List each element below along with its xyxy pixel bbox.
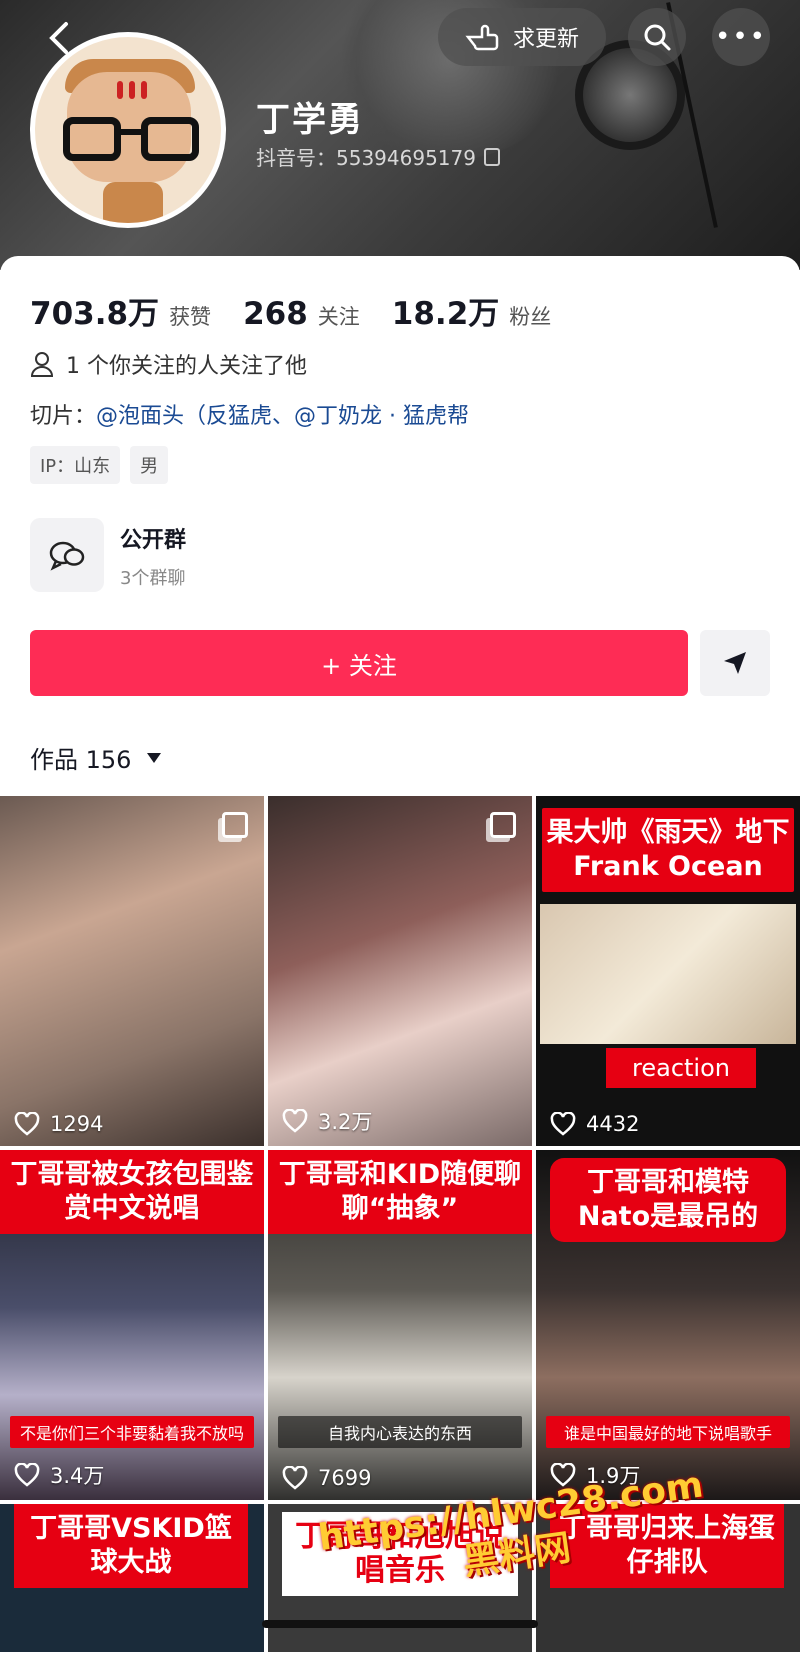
heart-icon xyxy=(282,1109,308,1133)
video-subtitle: 谁是中国最好的地下说唱歌手 xyxy=(546,1416,790,1448)
like-count: 3.4万 xyxy=(14,1460,104,1490)
stat-likes[interactable]: 703.8万 获赞 xyxy=(30,288,211,333)
profile-stats: 703.8万 获赞 268 关注 18.2万 粉丝 xyxy=(30,288,573,333)
like-count: 3.2万 xyxy=(282,1106,372,1136)
video-title: 丁哥哥和KID随便聊聊“抽象” xyxy=(268,1150,532,1234)
video-tile[interactable]: 丁哥哥被女孩包围鉴赏中文说唱 不是你们三个非要黏着我不放吗 3.4万 xyxy=(0,1150,264,1500)
video-tile[interactable]: 果大帅《雨天》地下Frank Ocean reaction 4432 xyxy=(536,796,800,1146)
person-icon xyxy=(30,352,54,377)
video-tile[interactable]: 3.2万 xyxy=(268,796,532,1146)
multi-image-icon xyxy=(222,812,248,838)
group-title[interactable]: 公开群 xyxy=(120,522,186,554)
heart-icon xyxy=(14,1463,40,1487)
mutual-follow-info[interactable]: 1 个你关注的人关注了他 xyxy=(30,348,307,380)
search-icon xyxy=(644,24,671,51)
home-indicator xyxy=(262,1620,538,1628)
copy-icon[interactable] xyxy=(483,147,500,166)
video-subtitle: 自我内心表达的东西 xyxy=(278,1416,522,1448)
video-tile[interactable]: 丁哥哥和模特Nato是最吊的 谁是中国最好的地下说唱歌手 1.9万 xyxy=(536,1150,800,1500)
video-thumbnail xyxy=(540,904,796,1044)
video-subtitle: 不是你们三个非要黏着我不放吗 xyxy=(10,1416,254,1448)
stat-following[interactable]: 268 关注 xyxy=(243,296,360,332)
avatar[interactable] xyxy=(30,32,226,228)
video-tile[interactable]: 丁哥哥VSKID篮球大战 xyxy=(0,1504,264,1652)
video-subtitle: reaction xyxy=(606,1048,756,1088)
douyin-id-text: 抖音号：55394695179 xyxy=(256,146,476,170)
search-button[interactable] xyxy=(628,8,686,66)
chat-bubbles-icon xyxy=(49,541,85,571)
more-button[interactable]: ••• xyxy=(712,8,770,66)
profile-tags: IP：山东 男 xyxy=(30,446,169,484)
group-chat-button[interactable] xyxy=(30,518,104,592)
tag-gender: 男 xyxy=(130,446,169,484)
works-label: 作品 156 xyxy=(30,746,132,774)
heart-icon xyxy=(550,1112,576,1136)
like-count: 1294 xyxy=(14,1112,103,1136)
video-title: 丁哥哥被女孩包围鉴赏中文说唱 xyxy=(0,1150,264,1234)
multi-image-icon xyxy=(490,812,516,838)
group-subtitle: 3个群聊 xyxy=(120,568,186,589)
clip-link-1[interactable]: @泡面头（反猛虎 xyxy=(96,404,272,429)
heart-icon xyxy=(282,1466,308,1490)
video-tile[interactable]: 丁哥哥和KID随便聊聊“抽象” 自我内心表达的东西 7699 xyxy=(268,1150,532,1500)
tag-ip: IP：山东 xyxy=(30,446,121,484)
request-update-button[interactable]: 求更新 xyxy=(438,8,606,66)
works-tab[interactable]: 作品 156 xyxy=(30,740,162,775)
follow-label: + 关注 xyxy=(321,651,397,680)
clip-link-2[interactable]: @丁奶龙 · 猛虎帮 xyxy=(294,404,469,429)
video-title: 丁哥哥VSKID篮球大战 xyxy=(14,1504,248,1588)
douyin-id[interactable]: 抖音号：55394695179 xyxy=(256,142,500,171)
video-tile[interactable]: 1294 xyxy=(0,796,264,1146)
mutual-follow-text: 1 个你关注的人关注了他 xyxy=(66,354,307,379)
more-dots-icon: ••• xyxy=(714,22,767,52)
share-button[interactable] xyxy=(700,630,770,696)
video-title: 丁哥哥和模特Nato是最吊的 xyxy=(550,1158,786,1242)
video-title: 果大帅《雨天》地下Frank Ocean xyxy=(542,808,794,892)
send-icon xyxy=(724,652,746,674)
pointing-hand-icon xyxy=(465,24,499,51)
dropdown-icon xyxy=(147,752,162,763)
like-count: 7699 xyxy=(282,1466,371,1490)
follow-button[interactable]: + 关注 xyxy=(30,630,688,696)
like-count: 4432 xyxy=(550,1112,639,1136)
request-update-label: 求更新 xyxy=(512,27,579,52)
stat-followers[interactable]: 18.2万 粉丝 xyxy=(392,288,552,333)
profile-name: 丁学勇 xyxy=(256,100,364,140)
heart-icon xyxy=(14,1112,40,1136)
clips-info: 切片：@泡面头（反猛虎、@丁奶龙 · 猛虎帮 xyxy=(30,404,470,429)
